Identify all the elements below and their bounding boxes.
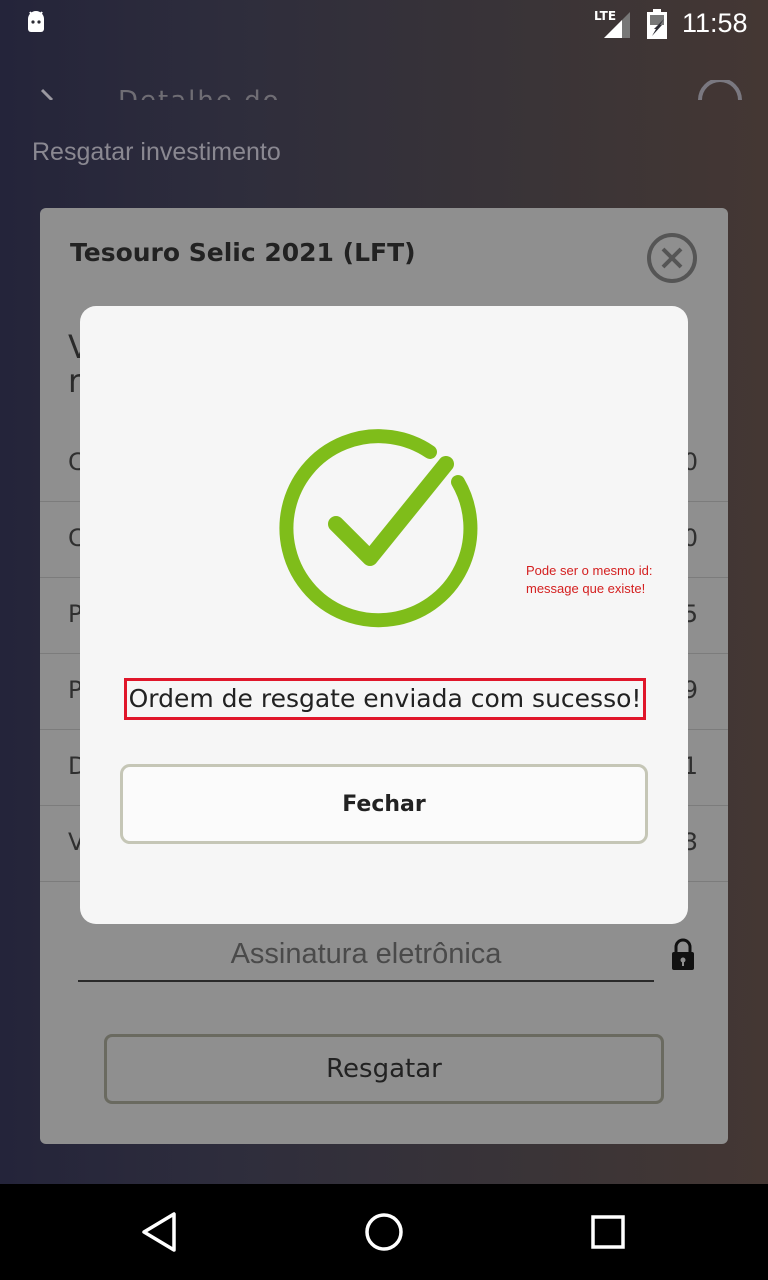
page-subtitle: Resgatar investimento (32, 138, 281, 166)
home-icon[interactable] (364, 1212, 404, 1252)
dev-annotation: Pode ser o mesmo id: message que existe! (526, 563, 653, 596)
success-check-icon (279, 429, 478, 628)
toolbar-title: Detalhe do investimento (118, 86, 394, 100)
signature-field[interactable]: Assinatura eletrônica (78, 938, 654, 971)
success-dialog: Pode ser o mesmo id: message que existe!… (80, 306, 688, 924)
resgatar-button[interactable]: Resgatar (104, 1034, 664, 1104)
fechar-button[interactable]: Fechar (120, 764, 648, 844)
back-icon[interactable] (140, 1210, 180, 1254)
toolbar: Detalhe do investimento (34, 82, 394, 100)
recents-icon[interactable] (590, 1214, 626, 1250)
android-icon (28, 11, 44, 32)
status-bar: LTE 11:58 (0, 0, 768, 48)
card-title: Tesouro Selic 2021 (LFT) (70, 238, 416, 267)
close-icon[interactable] (646, 232, 698, 284)
back-arrow-icon[interactable] (34, 88, 58, 100)
signature-underline (78, 978, 654, 982)
battery-icon (647, 9, 667, 39)
profile-icon[interactable] (696, 80, 744, 100)
success-message: Ordem de resgate enviada com sucesso! (124, 678, 646, 720)
lock-icon (672, 938, 694, 970)
signal-icon (604, 12, 630, 38)
clock: 11:58 (682, 8, 748, 38)
